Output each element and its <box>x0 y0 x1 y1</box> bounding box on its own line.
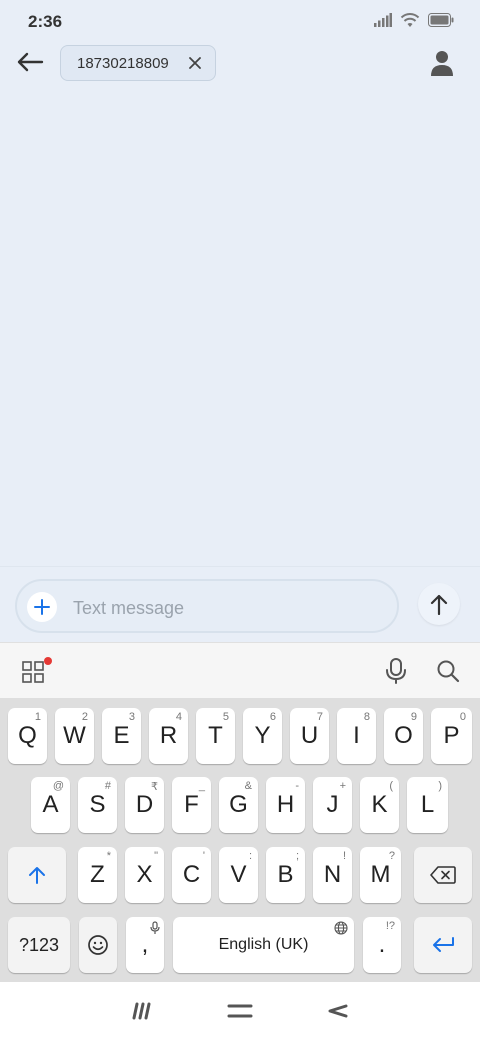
key-o[interactable]: O9 <box>384 708 423 764</box>
attach-button[interactable] <box>27 592 57 622</box>
plus-icon <box>34 599 50 615</box>
key-i[interactable]: I8 <box>337 708 376 764</box>
key-w[interactable]: W2 <box>55 708 94 764</box>
status-time: 2:36 <box>28 12 63 31</box>
key-d[interactable]: D ₹ <box>125 777 164 833</box>
search-icon[interactable] <box>436 659 460 683</box>
backspace-icon <box>430 866 456 884</box>
compose-bar <box>0 566 480 642</box>
key-x[interactable]: X " <box>125 847 164 903</box>
key-c[interactable]: C ' <box>172 847 211 903</box>
key-r[interactable]: R4 <box>149 708 188 764</box>
key-g[interactable]: G & <box>219 777 258 833</box>
globe-icon <box>334 921 348 935</box>
key-v[interactable]: V: <box>219 847 258 903</box>
key-s[interactable]: S # <box>78 777 117 833</box>
recipient-number: 18730218809 <box>77 54 169 72</box>
wifi-icon <box>400 13 420 27</box>
arrow-left-icon <box>17 52 44 72</box>
emoji-key[interactable] <box>79 917 117 973</box>
key-e[interactable]: E3 <box>102 708 141 764</box>
key-p[interactable]: P0 <box>431 708 472 764</box>
close-icon <box>189 57 201 69</box>
emoji-icon <box>88 935 108 955</box>
notification-dot <box>44 657 52 665</box>
symbols-key[interactable]: ?123 <box>8 917 70 973</box>
backspace-key[interactable] <box>414 847 472 903</box>
key-a[interactable]: A @ <box>31 777 70 833</box>
recipient-chip[interactable]: 18730218809 <box>60 45 216 81</box>
back-icon[interactable] <box>324 998 352 1024</box>
arrow-up-icon <box>430 594 448 615</box>
back-button[interactable] <box>14 46 46 78</box>
conversation-header: 18730218809 <box>0 44 480 84</box>
home-icon[interactable] <box>226 998 254 1024</box>
key-n[interactable]: N! <box>313 847 352 903</box>
key-k[interactable]: K( <box>360 777 399 833</box>
key-y[interactable]: Y6 <box>243 708 282 764</box>
key-h[interactable]: H- <box>266 777 305 833</box>
message-input[interactable] <box>73 595 373 621</box>
microphone-icon[interactable] <box>384 657 408 685</box>
key-l[interactable]: L) <box>407 777 448 833</box>
key-q[interactable]: Q1 <box>8 708 47 764</box>
key-f[interactable]: F _ <box>172 777 211 833</box>
status-icons <box>374 12 454 28</box>
keyboard-toolbar <box>0 642 480 698</box>
send-button[interactable] <box>418 583 460 625</box>
key-b[interactable]: B; <box>266 847 305 903</box>
apps-grid-icon[interactable] <box>22 661 44 683</box>
keyboard: Q1 W2 E3 R4 T5 Y6 U7 I8 O9 P0 A @ S # D ₹ F… <box>0 698 480 982</box>
key-m[interactable]: M? <box>360 847 401 903</box>
navigation-bar <box>0 982 480 1040</box>
key-t[interactable]: T5 <box>196 708 235 764</box>
period-key[interactable]: .!? <box>363 917 401 973</box>
comma-key[interactable]: , <box>126 917 164 973</box>
key-z[interactable]: Z * <box>78 847 117 903</box>
key-u[interactable]: U7 <box>290 708 329 764</box>
enter-icon <box>433 937 454 952</box>
add-contact-button[interactable] <box>428 48 456 80</box>
recents-icon[interactable] <box>128 998 156 1024</box>
microphone-small-icon <box>150 921 160 934</box>
remove-recipient-button[interactable] <box>185 53 205 73</box>
compose-box <box>15 579 399 633</box>
space-key[interactable]: English (UK) <box>173 917 354 973</box>
battery-icon <box>428 13 454 27</box>
shift-key[interactable] <box>8 847 66 903</box>
shift-arrow-icon <box>29 867 45 884</box>
person-icon <box>431 51 453 76</box>
enter-key[interactable] <box>414 917 472 973</box>
key-j[interactable]: J + <box>313 777 352 833</box>
signal-icon <box>374 13 392 27</box>
status-bar: 2:36 <box>0 0 480 44</box>
